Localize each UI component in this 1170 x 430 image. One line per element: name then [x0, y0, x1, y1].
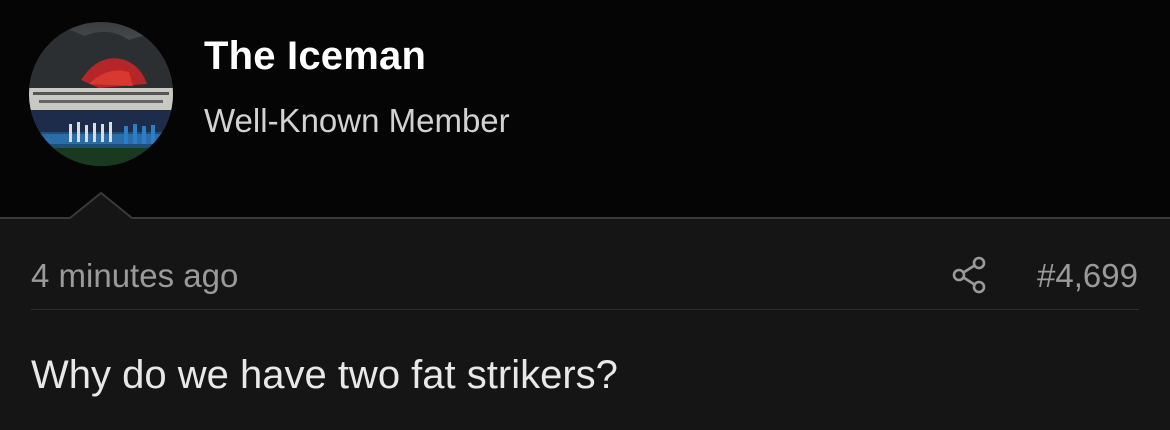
user-header: The Iceman Well-Known Member — [0, 0, 1170, 218]
post-timestamp[interactable]: 4 minutes ago — [31, 257, 238, 295]
share-icon[interactable] — [950, 255, 988, 295]
header-arrow-pointer — [70, 192, 132, 219]
post-message: Why do we have two fat strikers? — [31, 353, 618, 397]
post-number-link[interactable]: #4,699 — [1037, 257, 1138, 295]
avatar[interactable] — [29, 22, 173, 166]
username[interactable]: The Iceman — [204, 34, 426, 79]
user-title: Well-Known Member — [204, 102, 510, 139]
meta-divider — [31, 309, 1139, 310]
post-body: 4 minutes ago #4,699 Why do we have two … — [0, 219, 1170, 430]
avatar-image — [29, 22, 173, 166]
